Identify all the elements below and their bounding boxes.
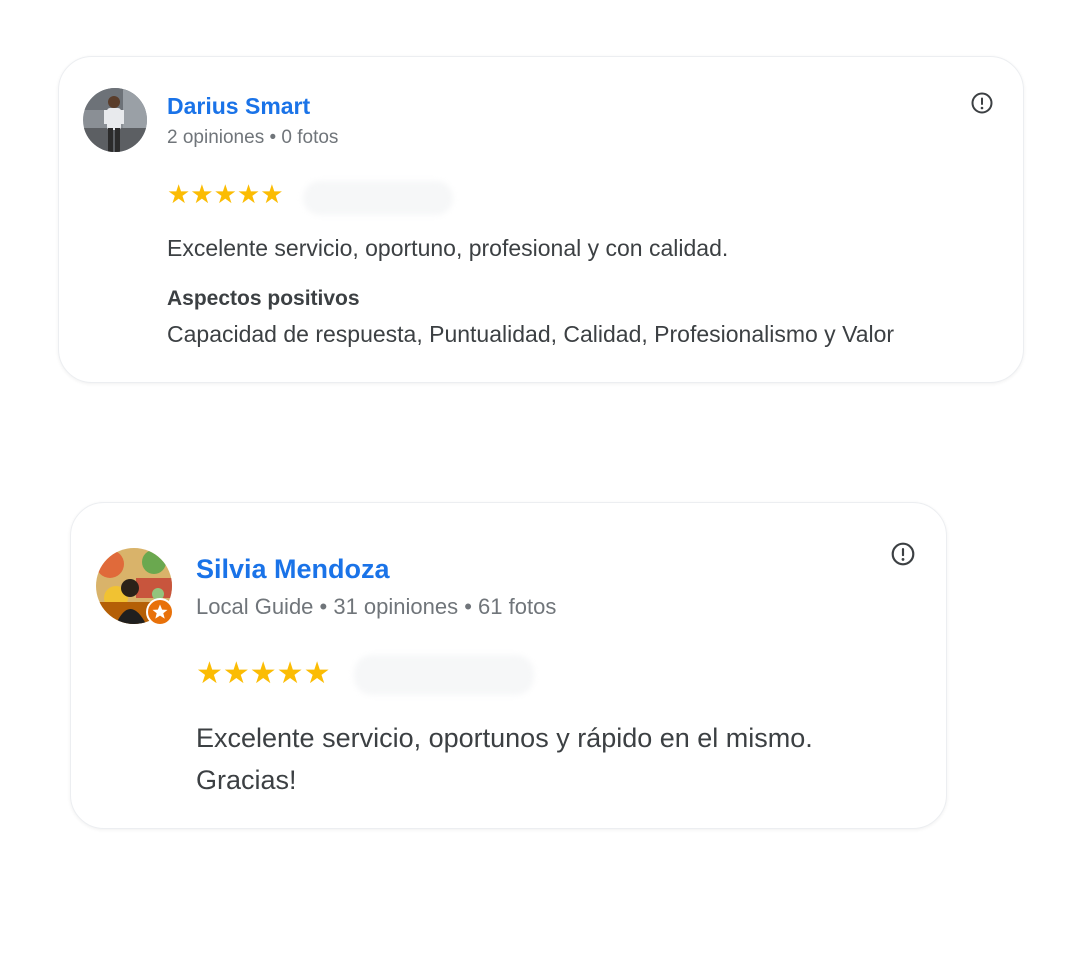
reviewer-name[interactable]: Silvia Mendoza <box>196 554 390 585</box>
reviewer-avatar[interactable] <box>96 548 174 626</box>
star-rating: ★★★★★ <box>167 179 284 209</box>
report-icon[interactable] <box>970 91 994 120</box>
reviewer-meta: 2 opiniones • 0 fotos <box>167 127 339 148</box>
review-card: Darius Smart 2 opiniones • 0 fotos ★★★★★… <box>58 56 1024 383</box>
reviewer-avatar[interactable] <box>83 88 147 152</box>
local-guide-badge-icon <box>146 598 174 626</box>
aspects-title: Aspectos positivos <box>167 287 360 310</box>
blurred-date <box>354 655 534 695</box>
report-icon[interactable] <box>890 541 916 572</box>
aspects-text: Capacidad de respuesta, Puntualidad, Cal… <box>167 321 895 347</box>
blurred-date <box>303 181 453 215</box>
review-text: Excelente servicio, oportunos y rápido e… <box>196 723 813 795</box>
reviewer-name[interactable]: Darius Smart <box>167 93 310 120</box>
review-card: Silvia Mendoza Local Guide • 31 opinione… <box>70 502 947 829</box>
star-rating: ★★★★★ <box>196 657 331 690</box>
review-text: Excelente servicio, oportuno, profesiona… <box>167 235 729 261</box>
reviewer-meta: Local Guide • 31 opiniones • 61 fotos <box>196 594 557 619</box>
